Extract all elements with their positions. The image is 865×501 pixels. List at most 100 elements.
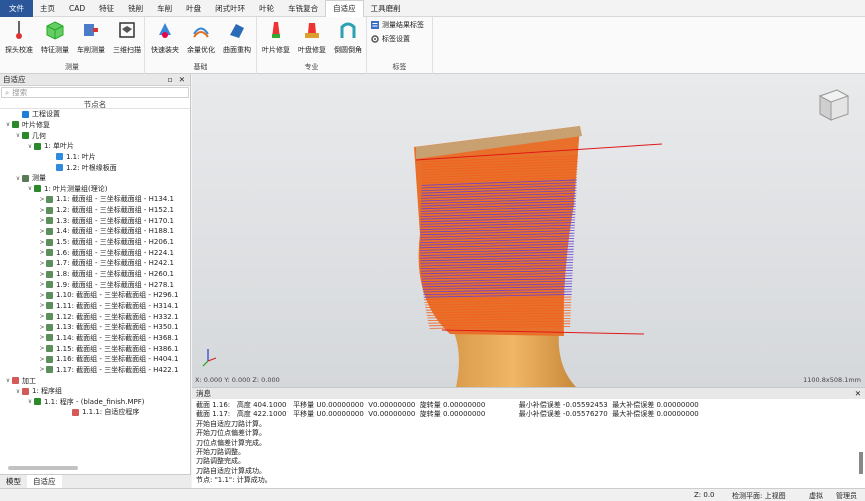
tree-search[interactable]: ⌕ 搜索: [1, 87, 189, 98]
close-icon[interactable]: ✕: [179, 75, 185, 84]
3d-scan-button[interactable]: 三维扫描: [109, 19, 145, 55]
close-icon[interactable]: ✕: [855, 389, 861, 398]
menu-milling[interactable]: 铣削: [121, 0, 150, 17]
cursor-coordinates: X: 0.000 Y: 0.000 Z: 0.000: [195, 376, 280, 384]
3d-viewport[interactable]: X: 0.000 Y: 0.000 Z: 0.000 1100.8x508.1m…: [192, 74, 865, 387]
expand-toggle-icon[interactable]: ∨: [14, 388, 22, 395]
surface-rebuild-button[interactable]: 曲面重构: [219, 19, 255, 55]
tab-adaptive[interactable]: 自适应: [27, 475, 62, 488]
tree-node[interactable]: >1.7: 截面组 - 三坐标截面组 - H242.1: [38, 258, 174, 269]
tree-node[interactable]: >1.14: 截面组 - 三坐标截面组 - H368.1: [38, 333, 178, 344]
tree-node[interactable]: >1.15: 截面组 - 三坐标截面组 - H386.1: [38, 343, 178, 354]
menu-closed-ring[interactable]: 闭式叶环: [208, 0, 252, 17]
tree-node[interactable]: >1.17: 截面组 - 三坐标截面组 - H422.1: [38, 365, 178, 376]
tree-node[interactable]: >1.11: 截面组 - 三坐标截面组 - H314.1: [38, 301, 178, 312]
node-icon: [46, 323, 53, 331]
tree-node[interactable]: >1.6: 截面组 - 三坐标截面组 - H224.1: [38, 247, 174, 258]
tree-node-label: 1.15: 截面组 - 三坐标截面组 - H386.1: [56, 344, 179, 353]
tree-node[interactable]: ∨ 测量: [14, 173, 46, 184]
quick-clamp-button[interactable]: 快速装夹: [147, 19, 183, 55]
round-chamfer-button[interactable]: 倒圆倒角: [330, 19, 366, 55]
menu-file[interactable]: 文件: [0, 0, 33, 17]
tree-node[interactable]: 工程设置: [14, 109, 60, 120]
tree-node[interactable]: ∨ 叶片修复: [4, 120, 50, 131]
detect-plane[interactable]: 检测平面: 上视图: [732, 491, 786, 501]
expand-toggle-icon[interactable]: >: [38, 281, 46, 288]
message-scrollbar[interactable]: [859, 452, 863, 474]
menu-adaptive[interactable]: 自适应: [325, 0, 364, 17]
expand-toggle-icon[interactable]: >: [38, 239, 46, 246]
tree-node[interactable]: >1.3: 截面组 - 三坐标截面组 - H170.1: [38, 216, 174, 227]
tree-node[interactable]: >1.9: 截面组 - 三坐标截面组 - H278.1: [38, 279, 174, 290]
measure-result-tag-button[interactable]: 测量结果标签: [371, 20, 424, 30]
blade-repair-button[interactable]: 叶片修复: [258, 19, 294, 55]
tree-node[interactable]: >1.8: 截面组 - 三坐标截面组 - H260.1: [38, 269, 174, 280]
probe-calibrate-button[interactable]: 探头校准: [1, 19, 37, 55]
expand-toggle-icon[interactable]: >: [38, 345, 46, 352]
expand-toggle-icon[interactable]: ∨: [4, 377, 12, 384]
tree-node[interactable]: >1.4: 截面组 - 三坐标截面组 - H188.1: [38, 226, 174, 237]
tab-model[interactable]: 模型: [0, 475, 27, 488]
x-axis-icon: [207, 357, 217, 362]
tree-node[interactable]: ∨ 1: 程序组: [14, 386, 62, 397]
surface-rebuild-label: 曲面重构: [223, 46, 251, 54]
tree-node[interactable]: >1.10: 截面组 - 三坐标截面组 - H296.1: [38, 290, 178, 301]
expand-toggle-icon[interactable]: >: [38, 217, 46, 224]
tag-settings-button[interactable]: 标签设置: [371, 34, 410, 44]
expand-toggle-icon[interactable]: >: [38, 260, 46, 267]
menu-blisk[interactable]: 叶盘: [179, 0, 208, 17]
quick-clamp-label: 快速装夹: [151, 46, 179, 54]
tree-node[interactable]: ∨ 几何: [14, 130, 46, 141]
expand-toggle-icon[interactable]: ∨: [4, 121, 12, 128]
tree-node[interactable]: 1.1.1: 自适应程序: [64, 407, 139, 418]
expand-toggle-icon[interactable]: >: [38, 196, 46, 203]
expand-toggle-icon[interactable]: ∨: [26, 185, 34, 192]
tree-node[interactable]: >1.2: 截面组 - 三坐标截面组 - H152.1: [38, 205, 174, 216]
menu-home[interactable]: 主页: [33, 0, 62, 17]
tree-node[interactable]: 1.1: 叶片: [48, 152, 96, 163]
expand-toggle-icon[interactable]: ∨: [14, 132, 22, 139]
mode-virtual[interactable]: 虚拟: [809, 491, 823, 501]
tree-node[interactable]: ∨ 1: 叶片测量组(理论): [26, 184, 108, 195]
expand-toggle-icon[interactable]: >: [38, 292, 46, 299]
horizontal-scrollbar[interactable]: [8, 466, 78, 470]
expand-toggle-icon[interactable]: ∨: [26, 143, 34, 150]
expand-toggle-icon[interactable]: >: [38, 302, 46, 309]
view-cube-icon[interactable]: [818, 89, 850, 121]
tree-node[interactable]: >1.1: 截面组 - 三坐标截面组 - H134.1: [38, 194, 174, 205]
expand-toggle-icon[interactable]: >: [38, 207, 46, 214]
tree-node[interactable]: 1.2: 叶根缘板面: [48, 162, 117, 173]
tree-node-label: 1: 单叶片: [44, 142, 75, 151]
menu-turning[interactable]: 车削: [150, 0, 179, 17]
menu-impeller[interactable]: 叶轮: [252, 0, 281, 17]
menu-mill-turn[interactable]: 车铣复合: [281, 0, 325, 17]
pin-icon[interactable]: ▫: [168, 75, 173, 84]
turning-measure-button[interactable]: 车削测量: [73, 19, 109, 55]
message-panel: 消息 ✕ 截面 1.16: 高度 404.1000 平移量 U0.0000000…: [192, 387, 865, 488]
expand-toggle-icon[interactable]: >: [38, 271, 46, 278]
tree-node[interactable]: ∨ 1.1: 程序 - (blade_finish.MPF): [26, 397, 145, 408]
search-input[interactable]: 搜索: [12, 87, 27, 98]
allowance-optimize-button[interactable]: 余量优化: [183, 19, 219, 55]
menu-feature[interactable]: 特征: [92, 0, 121, 17]
expand-toggle-icon[interactable]: >: [38, 366, 46, 373]
tree-node[interactable]: >1.12: 截面组 - 三坐标截面组 - H332.1: [38, 311, 178, 322]
expand-toggle-icon[interactable]: ∨: [14, 175, 22, 182]
menu-cad[interactable]: CAD: [62, 0, 92, 17]
tree-node[interactable]: ∨ 加工: [4, 375, 36, 386]
tree-node[interactable]: >1.5: 截面组 - 三坐标截面组 - H206.1: [38, 237, 174, 248]
expand-toggle-icon[interactable]: >: [38, 228, 46, 235]
expand-toggle-icon[interactable]: >: [38, 356, 46, 363]
tree-node[interactable]: >1.16: 截面组 - 三坐标截面组 - H404.1: [38, 354, 178, 365]
expand-toggle-icon[interactable]: >: [38, 324, 46, 331]
tree-node[interactable]: >1.13: 截面组 - 三坐标截面组 - H350.1: [38, 322, 178, 333]
blisk-repair-button[interactable]: 叶盘修复: [294, 19, 330, 55]
feature-measure-button[interactable]: 特征测量: [37, 19, 73, 55]
expand-toggle-icon[interactable]: >: [38, 334, 46, 341]
expand-toggle-icon[interactable]: >: [38, 249, 46, 256]
expand-toggle-icon[interactable]: >: [38, 313, 46, 320]
menu-tool-grinding[interactable]: 工具磨削: [364, 0, 408, 17]
tree-node[interactable]: ∨ 1: 单叶片: [26, 141, 74, 152]
expand-toggle-icon[interactable]: ∨: [26, 398, 34, 405]
message-line: 开始刀路调整。: [196, 448, 245, 457]
